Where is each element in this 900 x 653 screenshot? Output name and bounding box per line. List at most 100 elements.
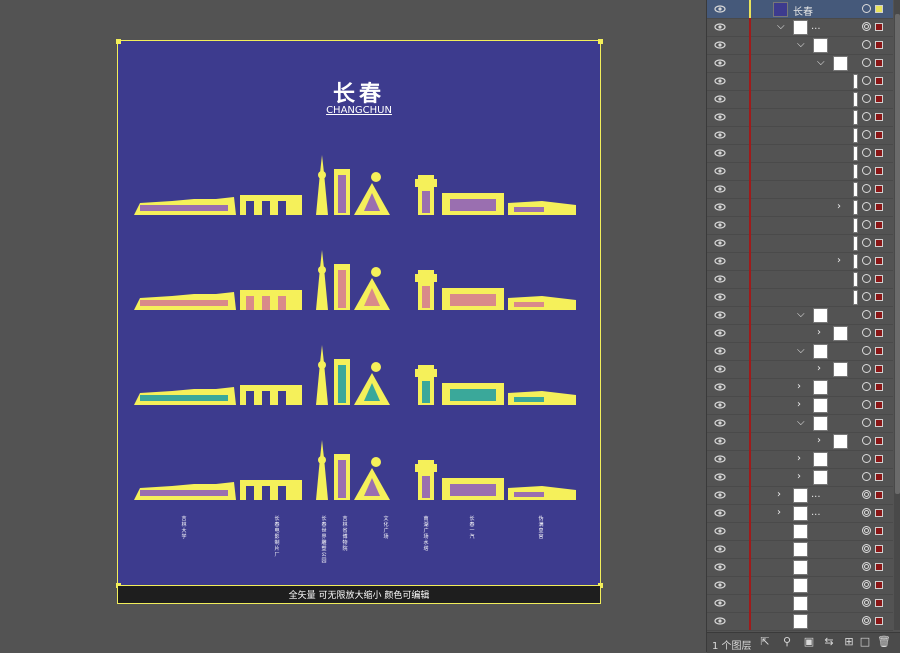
layer-name[interactable]: ... (811, 507, 821, 518)
target-circle-icon[interactable] (862, 130, 871, 139)
visibility-eye-icon[interactable] (714, 237, 726, 249)
selection-square-icon[interactable] (875, 77, 883, 85)
visibility-eye-icon[interactable] (714, 165, 726, 177)
target-circle-icon[interactable] (862, 256, 871, 265)
chevron-right-icon[interactable]: › (797, 453, 801, 465)
visibility-eye-icon[interactable] (714, 57, 726, 69)
layer-row[interactable] (707, 576, 893, 595)
selection-square-icon[interactable] (875, 491, 883, 499)
chevron-down-icon[interactable]: ⌵ (777, 21, 785, 33)
visibility-eye-icon[interactable] (714, 183, 726, 195)
layer-row[interactable] (707, 126, 893, 145)
chevron-down-icon[interactable]: ⌵ (797, 309, 805, 321)
visibility-eye-icon[interactable] (714, 507, 726, 519)
target-circle-icon[interactable] (862, 184, 871, 193)
selection-square-icon[interactable] (875, 401, 883, 409)
target-circle-icon[interactable] (862, 400, 871, 409)
layer-row[interactable] (707, 558, 893, 577)
visibility-eye-icon[interactable] (714, 615, 726, 627)
layer-row[interactable]: › (707, 468, 893, 487)
layer-row[interactable] (707, 288, 893, 307)
visibility-eye-icon[interactable] (714, 579, 726, 591)
chevron-down-icon[interactable]: ⌵ (797, 39, 805, 51)
visibility-eye-icon[interactable] (714, 597, 726, 609)
layer-name[interactable]: ... (811, 21, 821, 32)
target-circle-icon[interactable] (862, 328, 871, 337)
target-circle-icon[interactable] (862, 562, 871, 571)
selection-square-icon[interactable] (875, 59, 883, 67)
new-layer-icon[interactable]: □ (859, 636, 871, 648)
visibility-eye-icon[interactable] (714, 561, 726, 573)
chevron-right-icon[interactable]: › (837, 255, 841, 267)
selection-square-icon[interactable] (875, 365, 883, 373)
layer-row[interactable]: › (707, 252, 893, 271)
target-circle-icon[interactable] (862, 346, 871, 355)
trash-icon[interactable]: 🗑 (877, 636, 891, 648)
selection-square-icon[interactable] (875, 437, 883, 445)
target-circle-icon[interactable] (862, 526, 871, 535)
target-circle-icon[interactable] (862, 598, 871, 607)
target-circle-icon[interactable] (862, 310, 871, 319)
layer-row[interactable]: › (707, 360, 893, 379)
target-circle-icon[interactable] (862, 40, 871, 49)
skyline-row-1[interactable] (132, 153, 584, 223)
target-circle-icon[interactable] (862, 22, 871, 31)
chevron-right-icon[interactable]: › (817, 363, 821, 375)
target-circle-icon[interactable] (862, 238, 871, 247)
layer-row[interactable]: › (707, 432, 893, 451)
selection-square-icon[interactable] (875, 527, 883, 535)
visibility-eye-icon[interactable] (714, 309, 726, 321)
visibility-eye-icon[interactable] (714, 453, 726, 465)
layer-row[interactable]: 长春 (707, 0, 893, 19)
layer-row[interactable]: ⌵ (707, 414, 893, 433)
chevron-down-icon[interactable]: ⌵ (797, 345, 805, 357)
skyline-row-4[interactable] (132, 438, 584, 508)
selection-square-icon[interactable] (875, 257, 883, 265)
selection-square-icon[interactable] (875, 293, 883, 301)
layer-row[interactable]: ›... (707, 486, 893, 505)
layer-row[interactable] (707, 180, 893, 199)
target-circle-icon[interactable] (862, 490, 871, 499)
target-circle-icon[interactable] (862, 58, 871, 67)
visibility-eye-icon[interactable] (714, 525, 726, 537)
selection-square-icon[interactable] (875, 563, 883, 571)
layer-row[interactable] (707, 612, 893, 631)
layer-row[interactable]: › (707, 378, 893, 397)
selection-square-icon[interactable] (875, 41, 883, 49)
visibility-eye-icon[interactable] (714, 471, 726, 483)
clip-icon[interactable]: ▣ (803, 636, 815, 648)
selection-square-icon[interactable] (875, 95, 883, 103)
selection-square-icon[interactable] (875, 167, 883, 175)
artboard[interactable]: 长春 CHANGCHUN 吉林大学 长春电影制片厂 长春世界雕塑公园 吉林省博物… (117, 40, 601, 586)
visibility-eye-icon[interactable] (714, 489, 726, 501)
selection-square-icon[interactable] (875, 617, 883, 625)
layer-row[interactable] (707, 540, 893, 559)
visibility-eye-icon[interactable] (714, 417, 726, 429)
layer-row[interactable] (707, 270, 893, 289)
target-circle-icon[interactable] (862, 436, 871, 445)
visibility-eye-icon[interactable] (714, 129, 726, 141)
target-circle-icon[interactable] (862, 472, 871, 481)
target-circle-icon[interactable] (862, 292, 871, 301)
selection-square-icon[interactable] (875, 203, 883, 211)
selection-square-icon[interactable] (875, 383, 883, 391)
chevron-right-icon[interactable]: › (777, 507, 781, 519)
layer-row[interactable]: ›... (707, 504, 893, 523)
visibility-eye-icon[interactable] (714, 147, 726, 159)
move-icon[interactable]: ⇆ (823, 636, 835, 648)
layer-row[interactable]: › (707, 450, 893, 469)
layer-row[interactable]: ⌵ (707, 36, 893, 55)
target-circle-icon[interactable] (862, 94, 871, 103)
target-circle-icon[interactable] (862, 508, 871, 517)
target-circle-icon[interactable] (862, 202, 871, 211)
target-circle-icon[interactable] (862, 148, 871, 157)
target-circle-icon[interactable] (862, 364, 871, 373)
export-icon[interactable]: ⇱ (759, 636, 771, 648)
footer-banner[interactable]: 全矢量 可无限放大缩小 颜色可编辑 (117, 585, 601, 604)
visibility-eye-icon[interactable] (714, 273, 726, 285)
target-circle-icon[interactable] (862, 76, 871, 85)
document-canvas[interactable]: 长春 CHANGCHUN 吉林大学 长春电影制片厂 长春世界雕塑公园 吉林省博物… (0, 0, 706, 652)
target-circle-icon[interactable] (862, 454, 871, 463)
selection-square-icon[interactable] (875, 239, 883, 247)
visibility-eye-icon[interactable] (714, 75, 726, 87)
